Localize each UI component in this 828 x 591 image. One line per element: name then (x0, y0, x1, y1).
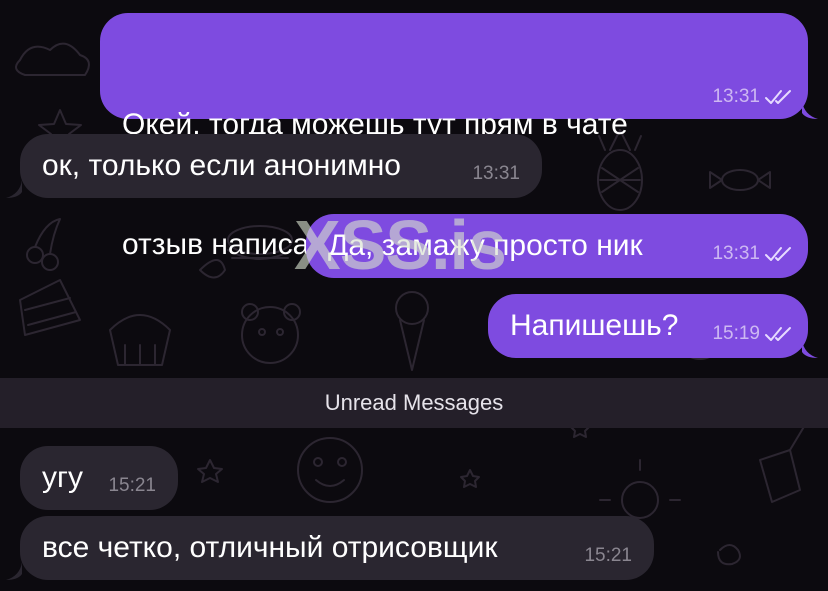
message-text: ок, только если анонимно (42, 149, 401, 182)
unread-messages-divider: Unread Messages (0, 378, 828, 428)
message-outgoing-3[interactable]: Напишешь? 15:19 (488, 294, 808, 358)
cloud-doodle (15, 42, 90, 76)
message-incoming-2[interactable]: угу 15:21 (20, 446, 178, 510)
small-stars-doodle (197, 419, 590, 488)
double-check-icon (765, 247, 791, 261)
cherry-doodle (26, 218, 61, 271)
message-meta: 13:31 (712, 244, 794, 264)
face-doodle (297, 437, 363, 503)
bubble-tail (6, 180, 22, 198)
message-text: все четко, отличный отрисовщик (42, 531, 498, 564)
message-incoming-1[interactable]: ок, только если анонимно 13:31 (20, 134, 542, 198)
message-time: 15:21 (584, 545, 632, 566)
drink-doodle (759, 424, 806, 503)
spiral-doodle (717, 544, 741, 566)
chat-view[interactable]: Окей, тогда можешь тут прям в чате отзыв… (0, 0, 828, 591)
double-check-icon (765, 90, 791, 104)
message-time: 15:21 (108, 475, 156, 496)
message-meta: 15:21 (108, 476, 156, 496)
message-time: 13:31 (712, 243, 760, 264)
message-meta: 13:31 (712, 87, 794, 107)
bubble-tail (802, 101, 818, 119)
message-incoming-3[interactable]: все четко, отличный отрисовщик 15:21 (20, 516, 654, 580)
message-outgoing-1[interactable]: Окей, тогда можешь тут прям в чате отзыв… (100, 13, 808, 261)
candy-doodle (709, 169, 771, 191)
message-time: 13:31 (712, 86, 760, 107)
bubble-tail (802, 340, 818, 358)
unread-messages-label: Unread Messages (324, 390, 504, 415)
cake-doodle (19, 279, 81, 336)
bubble-tail (6, 562, 22, 580)
message-meta: 15:19 (712, 324, 794, 344)
message-text: Да, замажу просто ник (328, 229, 643, 262)
message-outgoing-2[interactable]: Да, замажу просто ник 13:31 (306, 214, 808, 278)
message-meta: 15:21 (584, 546, 632, 566)
message-text: Напишешь? (510, 309, 679, 342)
message-meta: 13:31 (472, 164, 520, 184)
message-time: 13:31 (472, 163, 520, 184)
message-time: 15:19 (712, 323, 760, 344)
double-check-icon (765, 327, 791, 341)
message-text: угу (42, 461, 83, 494)
